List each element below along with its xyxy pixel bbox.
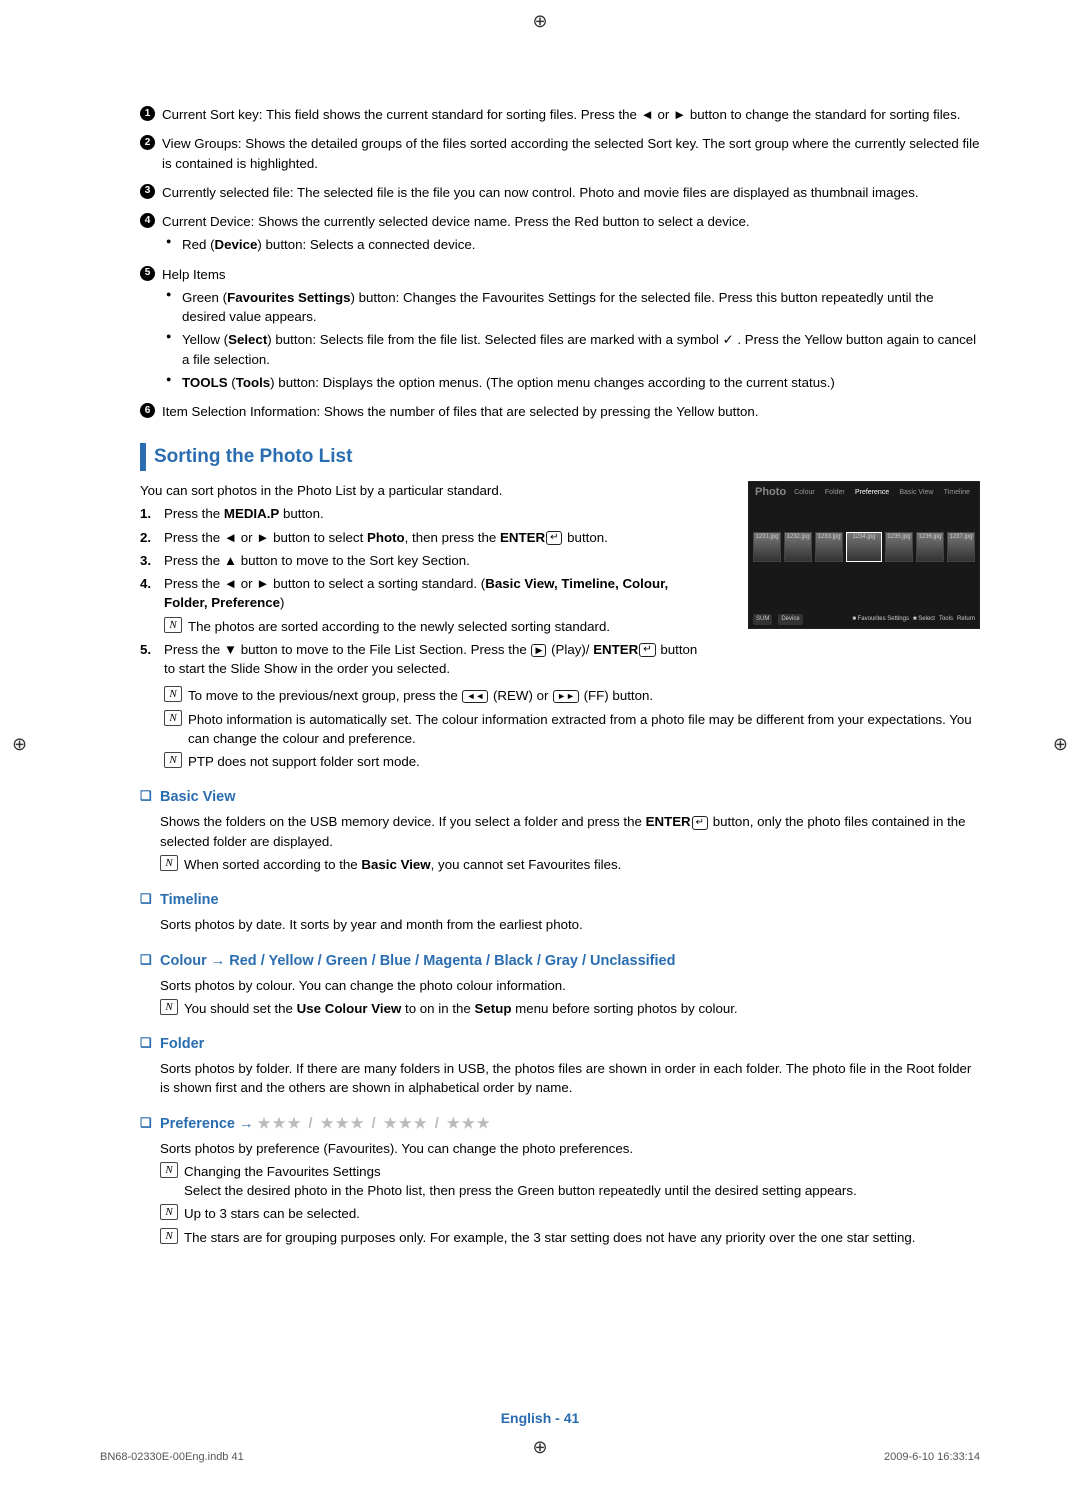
step-item: Press the ▼ button to move to the File L… — [140, 640, 710, 679]
overview-item: 3 Currently selected file: The selected … — [140, 183, 980, 202]
subsection-body: Sorts photos by preference (Favourites).… — [140, 1139, 980, 1247]
intro-text: You can sort photos in the Photo List by… — [140, 481, 710, 500]
item-text: Help Items — [162, 267, 226, 282]
thumbnail: 1233.jpg — [815, 532, 843, 562]
note-item: To move to the previous/next group, pres… — [164, 686, 980, 705]
subheading-folder: Folder — [140, 1034, 980, 1055]
crop-mark-top: ⊕ — [532, 8, 547, 34]
subheading-basic-view: Basic View — [140, 787, 980, 808]
note-item: When sorted according to the Basic View,… — [160, 855, 980, 874]
bullet-item: Green (Favourites Settings) button: Chan… — [162, 288, 980, 327]
step-item: Press the ▲ button to move to the Sort k… — [140, 551, 710, 570]
subsection-body: Sorts photos by date. It sorts by year a… — [140, 915, 980, 934]
tab: Basic View — [899, 488, 933, 498]
thumbnail: 1231.jpg — [753, 532, 781, 562]
help-fav: ■ Favourites Settings — [852, 615, 909, 624]
sub-bullets: Green (Favourites Settings) button: Chan… — [162, 288, 980, 392]
step-item: Press the MEDIA.P button. — [140, 504, 710, 523]
bullet-item: Red (Device) button: Selects a connected… — [162, 235, 980, 254]
subheading-preference: Preference → ★★★ / ★★★ / ★★★ / ★★★ — [140, 1114, 980, 1135]
item-text: Current Device: Shows the currently sele… — [162, 214, 750, 229]
overview-item: 1 Current Sort key: This field shows the… — [140, 105, 980, 124]
paragraph: Sorts photos by colour. You can change t… — [160, 976, 980, 995]
crop-mark-left: ⊕ — [12, 731, 27, 757]
paragraph: Sorts photos by preference (Favourites).… — [160, 1139, 980, 1158]
note-item: You should set the Use Colour View to on… — [160, 999, 980, 1018]
enter-icon: ↵ — [639, 643, 655, 657]
paragraph: Sorts photos by folder. If there are man… — [160, 1059, 980, 1098]
thumbnail: 1237.jpg — [947, 532, 975, 562]
thumbnail: 1236.jpg — [916, 532, 944, 562]
note-item: Photo information is automatically set. … — [164, 710, 980, 749]
circle-number-icon: 2 — [140, 135, 155, 150]
fastforward-icon: ►► — [553, 690, 579, 703]
paragraph: Sorts photos by date. It sorts by year a… — [160, 915, 980, 934]
sum-tag: SUM — [753, 614, 772, 625]
circle-number-icon: 1 — [140, 106, 155, 121]
play-icon: ▶ — [531, 644, 546, 657]
step-item: Press the ◄ or ► button to select a sort… — [140, 574, 710, 636]
circle-number-icon: 4 — [140, 213, 155, 228]
photo-ui-screenshot: Photo Colour Folder Preference Basic Vie… — [748, 481, 980, 629]
sub-bullets: Red (Device) button: Selects a connected… — [162, 235, 980, 254]
overview-item: 4 Current Device: Shows the currently se… — [140, 212, 980, 255]
sort-tabs: Colour Folder Preference Basic View Time… — [789, 488, 975, 498]
item-text: Item Selection Information: Shows the nu… — [162, 404, 759, 419]
circle-number-icon: 6 — [140, 403, 155, 418]
item-text: Current Sort key: This field shows the c… — [162, 107, 960, 122]
footer-left: BN68-02330E-00Eng.indb 41 — [100, 1450, 244, 1466]
enter-icon: ↵ — [546, 531, 562, 545]
note-item: Changing the Favourites SettingsSelect t… — [160, 1162, 980, 1201]
help-bar: SUM Device ■ Favourites Settings ■ Selec… — [753, 614, 975, 625]
overview-item: 5 Help Items Green (Favourites Settings)… — [140, 265, 980, 393]
subheading-colour: Colour → Red / Yellow / Green / Blue / M… — [140, 951, 980, 972]
item-text: View Groups: Shows the detailed groups o… — [162, 136, 979, 170]
circle-number-icon: 3 — [140, 184, 155, 199]
tab: Folder — [825, 488, 845, 498]
subsection-body: Sorts photos by colour. You can change t… — [140, 976, 980, 1019]
section-title: Sorting the Photo List — [140, 443, 980, 471]
thumbnail: 1235.jpg — [885, 532, 913, 562]
bullet-item: TOOLS (Tools) button: Displays the optio… — [162, 373, 980, 392]
note-item: PTP does not support folder sort mode. — [164, 752, 980, 771]
help-return: Return — [957, 615, 975, 624]
subsection-body: Sorts photos by folder. If there are man… — [140, 1059, 980, 1098]
help-tools: Tools — [939, 615, 953, 624]
paragraph: Shows the folders on the USB memory devi… — [160, 812, 980, 851]
enter-icon: ↵ — [692, 816, 708, 830]
step-list: Press the MEDIA.P button. Press the ◄ or… — [140, 504, 710, 678]
note-item: The photos are sorted according to the n… — [164, 617, 710, 636]
bullet-item: Yellow (Select) button: Selects file fro… — [162, 330, 980, 369]
tab-selected: Preference — [855, 488, 889, 498]
circle-number-icon: 5 — [140, 266, 155, 281]
subsection-body: Shows the folders on the USB memory devi… — [140, 812, 980, 874]
subheading-timeline: Timeline — [140, 890, 980, 911]
overview-list: 1 Current Sort key: This field shows the… — [140, 105, 980, 421]
note-item: The stars are for grouping purposes only… — [160, 1228, 980, 1247]
post-step-notes: To move to the previous/next group, pres… — [140, 686, 980, 771]
note-item: Up to 3 stars can be selected. — [160, 1204, 980, 1223]
footer-meta: BN68-02330E-00Eng.indb 41 2009-6-10 16:3… — [100, 1450, 980, 1466]
device-tag: Device — [778, 614, 802, 625]
footer-right: 2009-6-10 16:33:14 — [884, 1450, 980, 1466]
step-item: Press the ◄ or ► button to select Photo,… — [140, 528, 710, 547]
overview-item: 2 View Groups: Shows the detailed groups… — [140, 134, 980, 173]
help-select: ■ Select — [913, 615, 935, 624]
thumbnail: 1232.jpg — [784, 532, 812, 562]
star-icons: ★★★ / ★★★ / ★★★ / ★★★ — [258, 1116, 492, 1132]
item-text: Currently selected file: The selected fi… — [162, 185, 919, 200]
crop-mark-right: ⊕ — [1053, 731, 1068, 757]
rewind-icon: ◄◄ — [462, 690, 488, 703]
tab: Timeline — [944, 488, 970, 498]
page-footer-label: English - 41 — [0, 1408, 1080, 1428]
overview-item: 6 Item Selection Information: Shows the … — [140, 402, 980, 421]
photo-title: Photo — [755, 485, 786, 501]
thumbnail-selected: 1234.jpg — [846, 532, 882, 562]
tab: Colour — [794, 488, 815, 498]
thumbnail-strip: 1231.jpg 1232.jpg 1233.jpg 1234.jpg 1235… — [753, 532, 975, 562]
